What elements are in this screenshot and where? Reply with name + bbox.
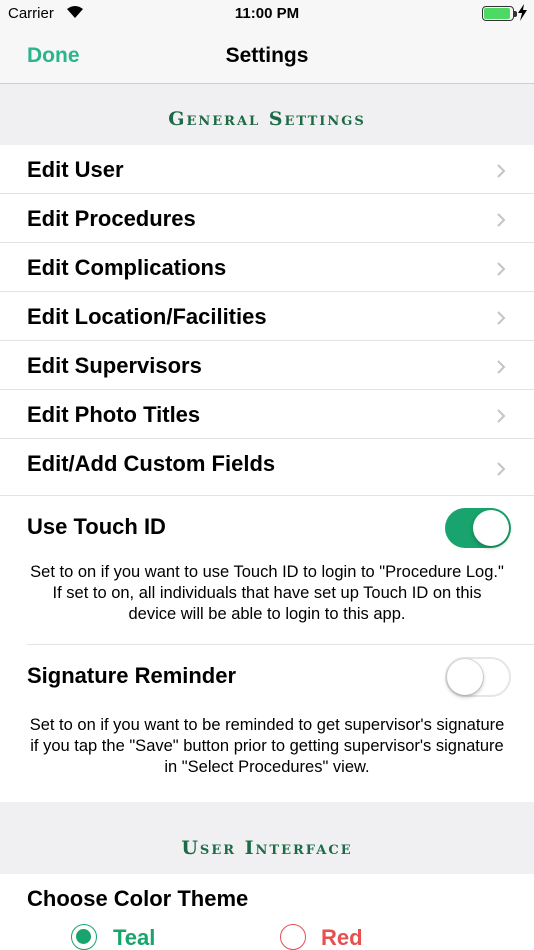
settings-row-label: Edit User	[27, 157, 124, 182]
battery-tip	[514, 11, 517, 17]
settings-row[interactable]: Edit Photo Titles	[0, 390, 534, 439]
general-settings-header: General Settings	[168, 108, 366, 130]
theme-teal-label[interactable]: Teal	[113, 925, 155, 950]
page-title: Settings	[225, 44, 309, 67]
settings-row[interactable]: Edit Complications	[0, 243, 534, 292]
chevron-right-icon	[497, 213, 506, 227]
settings-row[interactable]: Edit User	[0, 145, 534, 194]
toggle-knob	[447, 659, 483, 695]
theme-red-radio[interactable]	[280, 924, 306, 950]
settings-row-label: Edit Complications	[27, 255, 227, 280]
signature-reminder-label: Signature Reminder	[27, 663, 237, 688]
color-theme-label: Choose Color Theme	[27, 886, 249, 911]
chevron-right-icon	[497, 311, 506, 325]
settings-row-label: Edit Procedures	[27, 206, 196, 231]
battery-icon	[482, 6, 514, 21]
touch-id-description: Set to on if you want to use Touch ID to…	[30, 563, 504, 623]
signature-reminder-description: Set to on if you want to be reminded to …	[29, 716, 505, 776]
chevron-right-icon	[497, 462, 506, 476]
chevron-right-icon	[497, 262, 506, 276]
settings-row-label: Edit/Add Custom Fields	[27, 451, 276, 476]
status-time: 11:00 PM	[234, 5, 300, 22]
toggle-knob	[473, 510, 509, 546]
user-interface-header: User Interface	[181, 837, 353, 859]
general-settings-group: Edit User Edit Procedures Edit Complicatio…	[0, 145, 534, 802]
user-interface-group: Choose Color Theme Teal Red	[0, 874, 534, 950]
theme-teal-radio[interactable]	[71, 924, 97, 950]
settings-row[interactable]: Edit Location/Facilities	[0, 292, 534, 341]
signature-reminder-row: Signature Reminder	[0, 645, 534, 709]
chevron-right-icon	[497, 164, 506, 178]
settings-row[interactable]: Edit Procedures	[0, 194, 534, 243]
settings-row[interactable]: Edit Supervisors	[0, 341, 534, 390]
nav-bar: Done Settings	[0, 28, 534, 84]
settings-row-label: Edit Photo Titles	[27, 402, 201, 427]
settings-row-label: Edit Supervisors	[27, 353, 202, 378]
radio-selected-dot	[76, 929, 91, 944]
theme-options: Teal Red	[0, 924, 534, 950]
touch-id-row: Use Touch ID	[0, 496, 534, 560]
touch-id-toggle[interactable]	[445, 508, 511, 548]
touch-id-label: Use Touch ID	[27, 514, 166, 539]
status-bar: Carrier 11:00 PM	[0, 0, 534, 28]
theme-red-label[interactable]: Red	[321, 925, 363, 950]
chevron-right-icon	[497, 360, 506, 374]
chevron-right-icon	[497, 409, 506, 423]
charging-icon	[518, 4, 527, 21]
signature-reminder-toggle[interactable]	[445, 657, 511, 697]
settings-row-label: Edit Location/Facilities	[27, 304, 267, 329]
settings-row[interactable]: Edit/Add Custom Fields	[0, 439, 534, 496]
